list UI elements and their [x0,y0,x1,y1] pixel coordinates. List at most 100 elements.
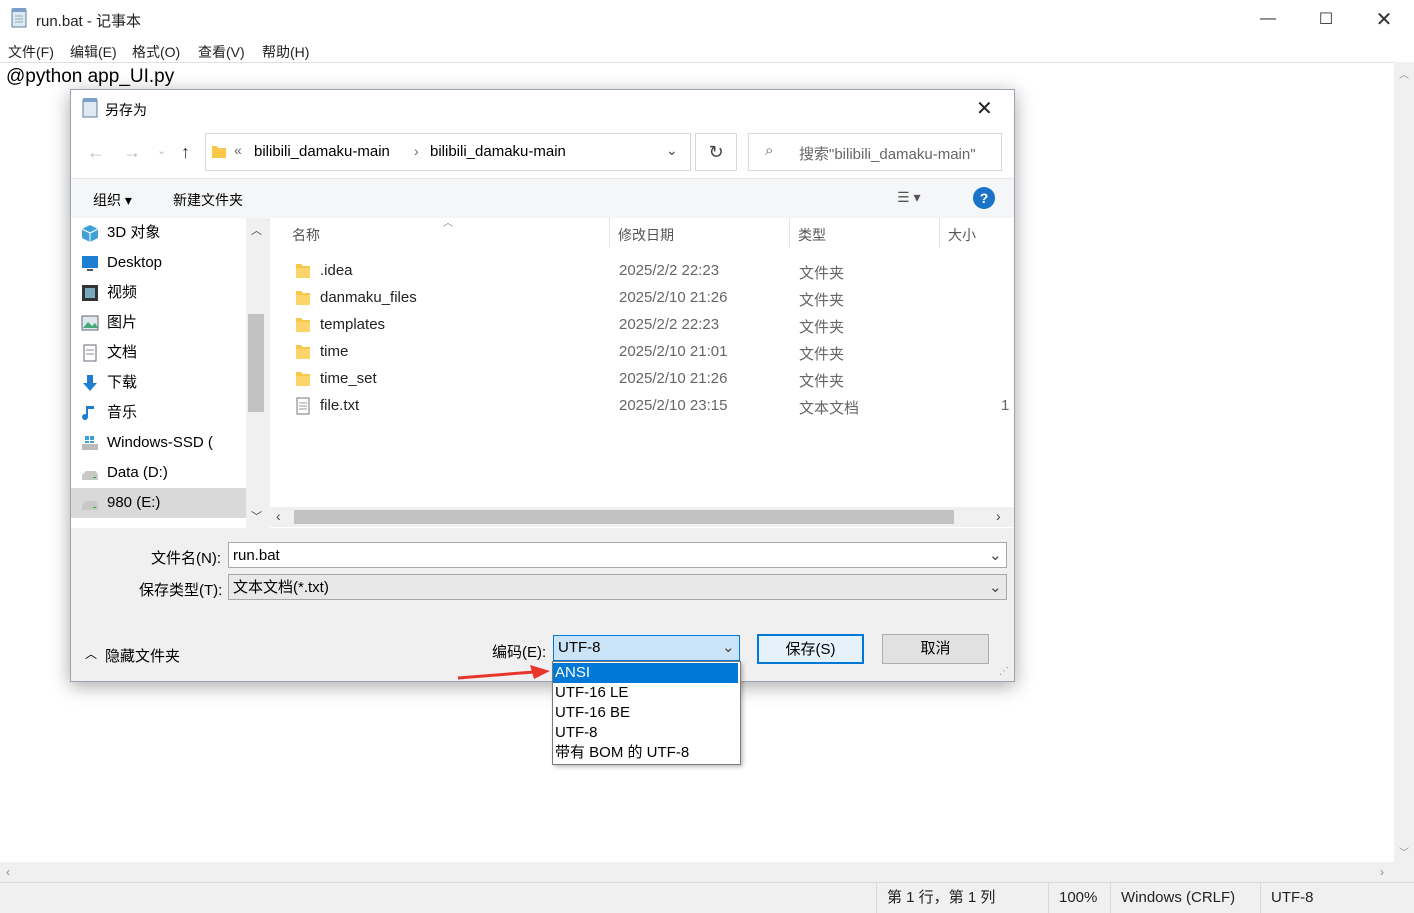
nav-item-label: 980 (E:) [82,488,160,518]
filename-value[interactable]: run.bat [233,547,280,564]
refresh-button[interactable]: ↻ [695,133,737,171]
maximize-button[interactable]: ☐ [1297,0,1355,38]
new-folder-button[interactable]: 新建文件夹 [173,190,243,210]
encoding-option-utf16le[interactable]: UTF-16 LE [553,683,738,703]
folder-icon [212,146,226,158]
menu-file[interactable]: 文件(F) [8,42,54,62]
nav-item-label: 下载 [83,368,137,398]
nav-item-2[interactable]: Desktop [71,248,246,278]
minimize-button[interactable]: — [1239,0,1297,38]
file-row[interactable]: templates 2025/2/2 22:23 文件夹 [281,312,1011,339]
filetype-value[interactable]: 文本文档(*.txt) [233,579,329,596]
nav-item-9[interactable]: Data (D:) [71,458,246,488]
scroll-thumb[interactable] [248,314,264,412]
column-divider[interactable] [789,218,790,248]
vertical-scrollbar[interactable]: ︿ ﹀ [1394,62,1414,862]
breadcrumb-part-2[interactable]: bilibili_damaku-main [430,143,566,160]
menubar: 文件(F) 编辑(E) 格式(O) 查看(V) 帮助(H) [0,38,1414,62]
breadcrumb-part-1[interactable]: bilibili_damaku-main [254,143,390,160]
back-arrow-icon[interactable]: ← [87,142,105,163]
column-divider[interactable] [939,218,940,248]
scroll-left-icon[interactable]: ‹ [6,865,10,879]
address-dropdown-icon[interactable]: ⌄ [666,142,678,159]
nav-item-6[interactable]: 下载 [71,368,246,398]
search-box[interactable]: ⌕ 搜索"bilibili_damaku-main" [748,133,1002,171]
nav-item-10[interactable]: 980 (E:) [71,488,246,518]
nav-item-4[interactable]: 图片 [71,308,246,338]
file-date: 2025/2/2 22:23 [619,316,720,333]
navigation-scrollbar[interactable]: ︿ ﹀ [246,218,266,528]
file-name: .idea [320,262,353,279]
file-list-hscrollbar[interactable]: ‹ › [270,507,1014,527]
nav-item-1[interactable]: 3D 对象 [71,218,246,248]
dialog-toolbar: 组织 ▾ 新建文件夹 ☰ ▾ ? [71,178,1014,220]
save-button[interactable]: 保存(S) [757,634,864,664]
view-options-icon[interactable]: ☰ ▾ [897,189,920,206]
scroll-right-icon[interactable]: › [996,508,1001,524]
drive-icon [82,471,98,480]
pictures-icon [81,315,99,331]
scroll-down-icon[interactable]: ﹀ [1399,844,1409,859]
column-date[interactable]: 修改日期 [618,225,674,245]
cancel-button[interactable]: 取消 [882,634,989,664]
column-divider[interactable] [609,218,610,248]
scroll-down-icon[interactable]: ﹀ [251,508,262,524]
editor-content[interactable]: @python app_UI.py [6,66,174,88]
scroll-thumb[interactable] [294,510,954,524]
encoding-option-ansi[interactable]: ANSI [553,663,738,683]
nav-item-8[interactable]: Windows-SSD ( [71,428,246,458]
column-size[interactable]: 大小 [948,225,976,245]
organize-button[interactable]: 组织 ▾ [93,190,132,210]
music-icon [82,406,94,421]
filename-input[interactable]: run.bat ⌄ [228,542,1007,568]
help-icon[interactable]: ? [973,187,995,209]
horizontal-scrollbar[interactable]: ‹ › [0,862,1394,882]
scroll-right-icon[interactable]: › [1380,865,1384,879]
breadcrumb-overflow-icon[interactable]: « [234,142,242,158]
file-size: 1 [1001,397,1010,414]
chevron-up-icon[interactable]: ︿ [85,645,97,662]
address-bar[interactable]: « bilibili_damaku-main › bilibili_damaku… [205,133,691,171]
folder-icon [296,345,310,359]
column-type[interactable]: 类型 [798,225,826,245]
file-row[interactable]: time 2025/2/10 21:01 文件夹 [281,339,1011,366]
file-type: 文件夹 [799,265,845,282]
encoding-dropdown-icon[interactable]: ⌄ [722,636,735,660]
nav-item-7[interactable]: 音乐 [71,398,246,428]
scroll-up-icon[interactable]: ︿ [1399,66,1409,81]
file-type: 文本文档 [799,400,860,417]
hide-folders-toggle[interactable]: 隐藏文件夹 [105,645,180,666]
file-row[interactable]: file.txt 2025/2/10 23:15 文本文档 1 [281,393,1011,420]
menu-view[interactable]: 查看(V) [198,42,245,62]
notepad-icon [11,8,27,28]
file-row[interactable]: time_set 2025/2/10 21:26 文件夹 [281,366,1011,393]
file-row[interactable]: danmaku_files 2025/2/10 21:26 文件夹 [281,285,1011,312]
filename-dropdown-icon[interactable]: ⌄ [989,543,1002,569]
scroll-up-icon[interactable]: ︿ [251,222,262,238]
dialog-titlebar [71,90,1014,128]
nav-item-3[interactable]: 视频 [71,278,246,308]
encoding-option-utf16be[interactable]: UTF-16 BE [553,703,738,723]
encoding-value[interactable]: UTF-8 [558,639,601,656]
filetype-dropdown-icon[interactable]: ⌄ [989,575,1002,601]
close-button[interactable]: ✕ [1355,0,1413,38]
save-as-dialog: 另存为 ✕ ← → ⌄ ↑ « bilibili_damaku-main › b… [70,89,1015,682]
scroll-left-icon[interactable]: ‹ [276,508,281,524]
menu-edit[interactable]: 编辑(E) [70,42,117,62]
up-arrow-icon[interactable]: ↑ [181,142,190,163]
column-name[interactable]: 名称 [292,225,320,245]
filetype-select[interactable]: 文本文档(*.txt) ⌄ [228,574,1007,600]
encoding-option-utf8[interactable]: UTF-8 [553,723,738,743]
file-date: 2025/2/10 21:26 [619,370,728,387]
nav-item-5[interactable]: 文档 [71,338,246,368]
encoding-option-utf8-bom[interactable]: 带有 BOM 的 UTF-8 [553,743,738,763]
menu-format[interactable]: 格式(O) [132,42,180,62]
file-row[interactable]: .idea 2025/2/2 22:23 文件夹 [281,258,1011,285]
forward-arrow-icon[interactable]: → [123,142,141,163]
nav-item-label: 3D 对象 [81,218,160,248]
encoding-select[interactable]: UTF-8 ⌄ [553,635,740,661]
recent-dropdown-icon[interactable]: ⌄ [157,144,166,157]
resize-grip-icon[interactable]: ⋰ [999,666,1009,677]
menu-help[interactable]: 帮助(H) [262,42,309,62]
dialog-close-button[interactable]: ✕ [976,96,993,121]
